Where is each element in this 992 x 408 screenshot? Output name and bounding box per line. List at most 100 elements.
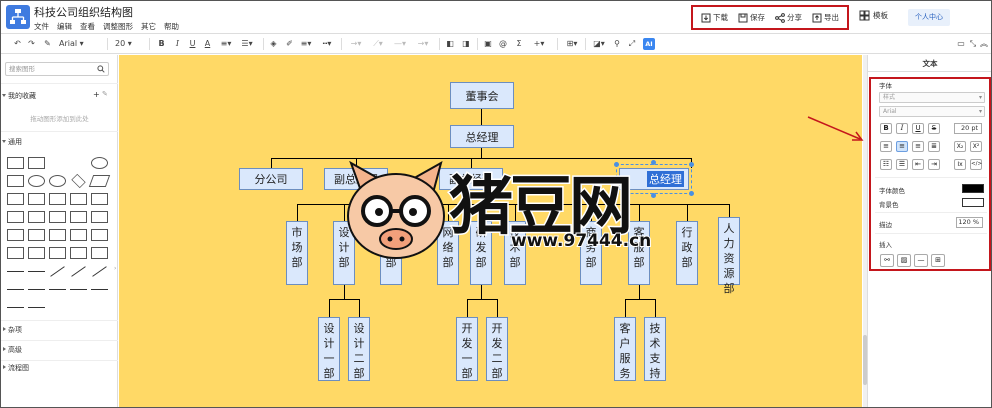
edit-favorite-icon[interactable]: ✎ (102, 90, 108, 98)
org-node-dev-1[interactable]: 开发一部 (456, 317, 478, 381)
menu-edit[interactable]: 编辑 (57, 21, 72, 32)
superscript-icon[interactable]: X² (970, 141, 982, 152)
sidebar-resize-handle[interactable]: › (114, 265, 116, 272)
font-size-select[interactable]: 20 ▾ (115, 38, 137, 50)
shape-thumbnail[interactable] (49, 175, 66, 187)
shape-thumbnail[interactable] (49, 289, 66, 290)
menu-file[interactable]: 文件 (34, 21, 49, 32)
shape-thumbnail[interactable] (7, 157, 24, 169)
bg-color-swatch[interactable] (962, 198, 984, 207)
section-general[interactable]: 通用 (1, 137, 118, 147)
format-panel-icon[interactable]: ▭ (956, 38, 966, 50)
italic-toggle[interactable]: I (896, 123, 908, 134)
shape-search-input[interactable]: 搜索图形 (5, 62, 109, 76)
menu-help[interactable]: 帮助 (164, 21, 179, 32)
shape-thumbnail[interactable] (28, 271, 45, 272)
collapse-icon[interactable]: ︽ (979, 38, 989, 50)
shape-thumbnail[interactable] (91, 157, 108, 169)
line-end-icon[interactable]: →▾ (414, 38, 432, 50)
valign-icon[interactable]: ☰▾ (239, 38, 255, 50)
edit-style-icon[interactable]: ◪▾ (591, 38, 607, 50)
bold-toggle[interactable]: B (880, 123, 892, 134)
resize-handle[interactable] (689, 162, 694, 167)
indent-increase-icon[interactable]: ⇥ (928, 159, 940, 170)
shape-thumbnail[interactable] (91, 193, 108, 205)
org-node-admin[interactable]: 行政部 (676, 221, 698, 285)
indent-decrease-icon[interactable]: ⇤ (912, 159, 924, 170)
justify-icon[interactable]: ≣ (928, 141, 940, 152)
underline-toggle[interactable]: U (912, 123, 924, 134)
formula-icon[interactable]: Σ (514, 38, 524, 50)
numbered-list-icon[interactable]: ☷ (880, 159, 892, 170)
to-back-icon[interactable]: ◨ (461, 38, 471, 50)
shape-thumbnail[interactable] (71, 266, 86, 277)
line-start-icon[interactable]: —▾ (391, 38, 409, 50)
shape-thumbnail[interactable] (28, 193, 45, 205)
shape-thumbnail[interactable] (50, 266, 65, 277)
org-node-marketing[interactable]: 市场部 (286, 221, 308, 285)
fullscreen-icon[interactable]: ⤡ (968, 38, 978, 50)
font-family-field[interactable]: Arial (879, 106, 985, 117)
shape-thumbnail[interactable] (28, 289, 45, 290)
save-button[interactable]: 保存 (738, 12, 765, 23)
shape-thumbnail[interactable] (49, 247, 66, 259)
spacing-input[interactable]: 120 % (956, 217, 983, 228)
connector-icon[interactable]: →▾ (347, 38, 365, 50)
shape-thumbnail[interactable] (91, 229, 108, 241)
bold-icon[interactable]: B (157, 38, 166, 50)
font-family-select[interactable]: Arial ▾ (59, 38, 104, 50)
shape-thumbnail[interactable] (70, 289, 87, 290)
section-favorites[interactable]: 我的收藏 (1, 91, 118, 101)
insert-image-icon[interactable]: ▨ (897, 254, 911, 267)
resize-handle[interactable] (689, 191, 694, 196)
shape-thumbnail[interactable] (49, 193, 66, 205)
shape-thumbnail[interactable] (91, 211, 108, 223)
shape-thumbnail[interactable] (28, 211, 45, 223)
ai-icon[interactable]: AI (643, 38, 655, 50)
download-button[interactable]: 下载 (701, 12, 728, 23)
document-title[interactable]: 科技公司组织结构图 (34, 4, 133, 20)
insert-table-icon[interactable]: ⊞ (931, 254, 945, 267)
export-button[interactable]: 导出 (812, 12, 839, 23)
shape-thumbnail[interactable] (28, 229, 45, 241)
shape-thumbnail[interactable] (7, 193, 24, 205)
line-color-icon[interactable]: ✐ (285, 38, 294, 50)
fill-color-icon[interactable]: ◈ (269, 38, 278, 50)
shape-thumbnail[interactable] (28, 157, 45, 169)
shape-thumbnail[interactable] (70, 211, 87, 223)
org-node-board[interactable]: 董事会 (450, 82, 514, 109)
line-width-icon[interactable]: ≡▾ (298, 38, 314, 50)
shape-thumbnail[interactable] (49, 229, 66, 241)
clear-format-icon[interactable]: Ix (954, 159, 966, 170)
insert-icon[interactable]: +▾ (531, 38, 547, 50)
shape-thumbnail[interactable] (91, 247, 108, 259)
waypoint-icon[interactable]: ⟋▾ (369, 38, 387, 50)
shape-thumbnail[interactable] (70, 157, 87, 169)
shape-thumbnail[interactable] (7, 271, 24, 272)
add-favorite-icon[interactable]: + (93, 90, 100, 99)
templates-button[interactable]: 模板 (859, 10, 888, 21)
org-node-hr[interactable]: 人力资源部 (718, 217, 740, 295)
shape-thumbnail[interactable] (7, 229, 24, 241)
panel-tab-text[interactable]: 文本 (868, 58, 991, 69)
html-icon[interactable]: </> (970, 159, 982, 170)
menu-extras[interactable]: 其它 (141, 21, 156, 32)
menu-view[interactable]: 查看 (80, 21, 95, 32)
shape-thumbnail[interactable] (28, 175, 45, 187)
subscript-icon[interactable]: X₂ (954, 141, 966, 152)
align-right-icon[interactable]: ≡ (912, 141, 924, 152)
shape-thumbnail[interactable] (49, 211, 66, 223)
line-style-icon[interactable]: ┅▾ (318, 38, 336, 50)
bullet-list-icon[interactable]: ☰ (896, 159, 908, 170)
link-icon[interactable]: @ (498, 38, 508, 50)
undo-icon[interactable]: ↶ (13, 38, 22, 50)
table-icon[interactable]: ⊞▾ (564, 38, 580, 50)
shape-thumbnail[interactable] (70, 229, 87, 241)
personal-center-button[interactable]: 个人中心 (908, 9, 950, 26)
align-center-icon[interactable]: ≡ (896, 141, 908, 152)
section-misc[interactable]: 杂项 (1, 325, 118, 335)
org-node-tech-support[interactable]: 技术支持 (644, 317, 666, 381)
shape-thumbnail[interactable] (92, 266, 107, 277)
font-color-icon[interactable]: A (203, 38, 212, 50)
image-icon[interactable]: ▣ (483, 38, 493, 50)
